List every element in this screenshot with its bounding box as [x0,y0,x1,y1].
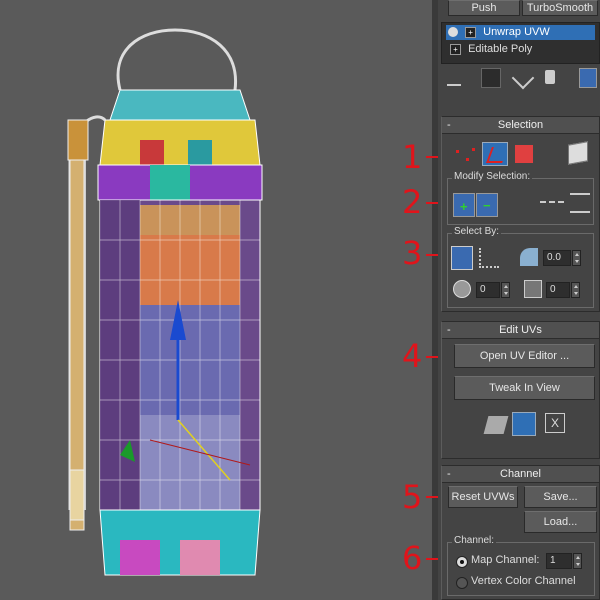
shrink-selection-button[interactable]: − [476,193,498,217]
configure-sets-icon[interactable] [579,68,597,88]
edit-uvs-rollout-header[interactable]: - Edit UVs [442,322,599,339]
channel-rollout-header[interactable]: - Channel [442,466,599,483]
expand-icon[interactable]: + [450,43,461,55]
extinguisher-model [67,28,263,576]
3d-viewport[interactable]: 1 2 3 4 5 6 [0,0,432,600]
group-label: Modify Selection: [452,171,533,182]
group-label: Select By: [452,226,502,237]
show-end-result-icon[interactable] [481,68,501,88]
load-button[interactable]: Load... [524,511,597,533]
map-channel-radio[interactable] [456,556,468,568]
callout-1: 1 [402,138,423,176]
select-by-angle-icon[interactable] [520,248,538,266]
callout-6: 6 [402,539,423,577]
screen: 1 2 3 4 5 6 Push TurboSmooth + Unwrap UV… [0,0,600,600]
map-channel-label: Map Channel: [471,554,540,566]
element-mode-icon[interactable] [568,141,588,165]
callout-3: 3 [402,234,423,272]
loop-icon[interactable] [540,201,564,203]
loop-path-icon[interactable] [479,248,499,268]
push-button[interactable]: Push [448,0,520,16]
paint-select-icon[interactable] [453,280,471,298]
stack-item-editable-poly[interactable]: + Editable Poly [446,42,595,57]
reset-peel-icon[interactable]: X [545,413,565,433]
command-panel: Push TurboSmooth + Unwrap UVW + Editable… [438,0,600,600]
channel-group: Channel: Map Channel: 1 Vertex Color Cha… [447,535,595,596]
select-grid-icon[interactable] [524,280,542,298]
modifier-stack: + Unwrap UVW + Editable Poly [441,22,600,64]
group-label: Channel: [452,535,497,546]
angle-spinner-arrows[interactable] [572,250,581,266]
brush-size-spinner-arrows[interactable] [501,282,510,298]
lightbulb-icon[interactable] [448,27,458,38]
vertex-color-label: Vertex Color Channel [471,575,576,587]
select-by-group: Select By: 0.0 0 0 [447,226,594,308]
map-channel-spinner[interactable]: 1 [546,553,572,569]
turbosmooth-button[interactable]: TurboSmooth [522,0,598,16]
select-by-element-button[interactable] [451,246,473,270]
stack-item-unwrap-uvw[interactable]: + Unwrap UVW [446,25,595,40]
pin-stack-icon[interactable] [447,72,461,86]
vertex-color-radio[interactable] [456,577,468,589]
open-uv-editor-button[interactable]: Open UV Editor ... [454,344,595,368]
callout-2: 2 [402,183,423,221]
rollout-title: Edit UVs [499,324,542,336]
stack-item-label: Editable Poly [468,43,533,55]
make-unique-icon[interactable] [511,66,535,90]
save-button[interactable]: Save... [524,486,597,508]
expand-icon[interactable]: + [465,26,477,38]
quick-peel-icon[interactable] [483,416,509,434]
rollout-title: Selection [497,119,544,131]
edit-uvs-rollout: - Edit UVs Open UV Editor ... Tweak In Vi… [441,321,600,459]
stack-toolbar [441,66,598,92]
map-channel-spinner-arrows[interactable] [573,553,582,569]
brush-strength-spinner-arrows[interactable] [571,282,580,298]
modify-selection-group: Modify Selection: + − [447,171,594,225]
remove-modifier-icon[interactable] [545,70,555,84]
ring-icon[interactable] [570,193,590,213]
brush-strength-spinner[interactable]: 0 [546,282,570,298]
selection-rollout-header[interactable]: - Selection [442,117,599,134]
channel-rollout: - Channel Reset UVWs Save... Load... Chan… [441,465,600,600]
selection-rollout: - Selection Modify Selection: + − Select… [441,116,600,312]
vertex-mode-button[interactable] [454,144,478,166]
stack-item-label: Unwrap UVW [483,26,550,38]
tweak-in-view-button[interactable]: Tweak In View [454,376,595,400]
grow-selection-button[interactable]: + [453,193,475,217]
rollout-title: Channel [500,468,541,480]
callout-5: 5 [402,478,423,516]
reset-uvws-button[interactable]: Reset UVWs [448,486,518,508]
angle-spinner[interactable]: 0.0 [543,250,571,266]
edge-mode-button[interactable] [482,142,508,166]
face-mode-button[interactable] [515,145,533,163]
quick-planar-map-icon[interactable] [512,412,536,436]
callout-4: 4 [402,337,423,375]
brush-size-spinner[interactable]: 0 [476,282,500,298]
